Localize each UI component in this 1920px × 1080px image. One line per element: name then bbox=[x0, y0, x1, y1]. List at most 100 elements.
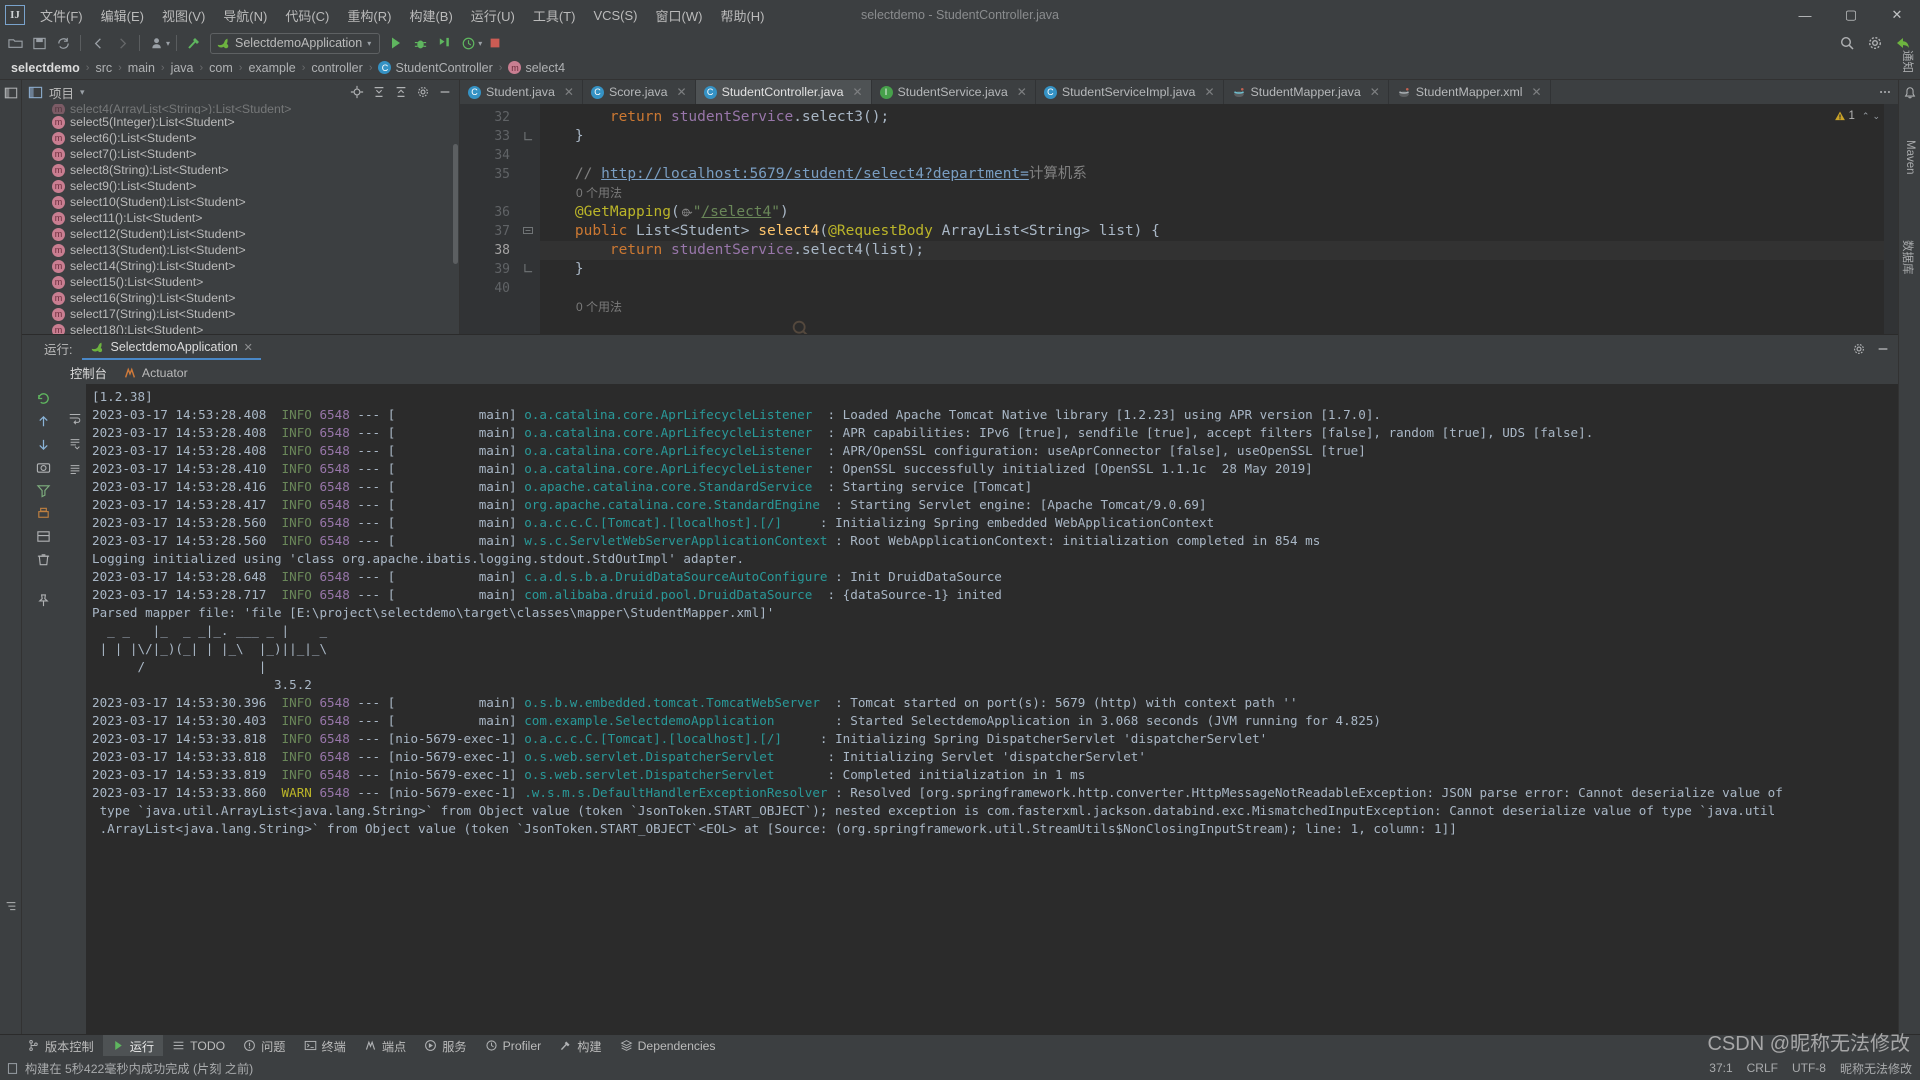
code-editor[interactable]: 32 33 34 35 36 37 38 39 40 return studen… bbox=[460, 104, 1898, 334]
fold-start-icon[interactable] bbox=[523, 227, 533, 237]
list-item[interactable]: m select17(String):List<Student> bbox=[22, 306, 459, 322]
breadcrumb-controller[interactable]: controller bbox=[308, 60, 365, 76]
breadcrumb-com[interactable]: com bbox=[206, 60, 236, 76]
close-icon[interactable]: ✕ bbox=[244, 341, 253, 354]
close-icon[interactable]: ✕ bbox=[1204, 85, 1214, 99]
locate-icon[interactable] bbox=[349, 84, 365, 100]
fold-end-icon[interactable] bbox=[524, 132, 533, 141]
tab-studentserviceimpl-java[interactable]: C StudentServiceImpl.java ✕ bbox=[1036, 80, 1224, 104]
list-item[interactable]: m select11():List<Student> bbox=[22, 210, 459, 226]
rail-label-maven[interactable]: Maven bbox=[1904, 140, 1916, 210]
statusbar-dependencies[interactable]: Dependencies bbox=[611, 1037, 725, 1055]
run-icon[interactable] bbox=[385, 32, 407, 54]
list-item[interactable]: m select6():List<Student> bbox=[22, 130, 459, 146]
close-icon[interactable]: ✕ bbox=[1370, 85, 1380, 99]
tab-studentcontroller-java[interactable]: C StudentController.java ✕ bbox=[695, 80, 872, 104]
list-item[interactable]: m select12(Student):List<Student> bbox=[22, 226, 459, 242]
debug-icon[interactable] bbox=[409, 32, 431, 54]
chevron-down-icon[interactable]: ▾ bbox=[80, 87, 85, 98]
menu-build[interactable]: 构建(B) bbox=[400, 2, 461, 29]
stop-icon[interactable] bbox=[484, 32, 506, 54]
statusbar-profiler[interactable]: Profiler bbox=[476, 1037, 551, 1055]
code-text-area[interactable]: return studentService.select3(); } // ht… bbox=[540, 104, 1898, 334]
close-icon[interactable]: ✕ bbox=[852, 85, 862, 99]
maximize-button[interactable]: ▢ bbox=[1828, 0, 1874, 30]
forward-arrow-icon[interactable] bbox=[111, 32, 133, 54]
statusbar-run[interactable]: 运行 bbox=[102, 1034, 164, 1057]
print-icon[interactable] bbox=[33, 503, 53, 523]
list-item[interactable]: m select5(Integer):List<Student> bbox=[22, 114, 459, 130]
file-encoding[interactable]: UTF-8 bbox=[1792, 1061, 1826, 1075]
settings-gear-icon[interactable] bbox=[415, 84, 431, 100]
tab-studentservice-java[interactable]: I StudentService.java ✕ bbox=[872, 80, 1036, 104]
readonly-indicator[interactable]: 昵称无法修改 bbox=[1840, 1060, 1912, 1077]
list-item[interactable]: m select4(ArrayList<String>):List<Studen… bbox=[22, 104, 459, 114]
back-arrow-icon[interactable] bbox=[87, 32, 109, 54]
menu-file[interactable]: 文件(F) bbox=[31, 2, 92, 29]
console-output[interactable]: [1.2.38] 2023-03-17 14:53:28.408 INFO 654… bbox=[86, 384, 1898, 1034]
usage-hint[interactable]: 0 个用法 bbox=[540, 184, 1898, 203]
editor-tab-overflow[interactable] bbox=[1872, 80, 1898, 104]
scroll-end-icon[interactable] bbox=[65, 434, 85, 454]
list-item[interactable]: m select9():List<Student> bbox=[22, 178, 459, 194]
fold-end-icon[interactable] bbox=[524, 264, 533, 273]
down-arrow-icon[interactable] bbox=[33, 434, 53, 454]
rail-label-notifications[interactable]: 通知 bbox=[1900, 50, 1916, 120]
list-item[interactable]: m select13(Student):List<Student> bbox=[22, 242, 459, 258]
caret-position[interactable]: 37:1 bbox=[1709, 1061, 1732, 1075]
hide-icon[interactable] bbox=[1876, 342, 1890, 356]
close-button[interactable]: ✕ bbox=[1874, 0, 1920, 30]
list-item[interactable]: m select14(String):List<Student> bbox=[22, 258, 459, 274]
pin-icon[interactable] bbox=[33, 590, 53, 610]
sync-icon[interactable] bbox=[52, 32, 74, 54]
chevron-down-icon[interactable]: ⌄ bbox=[1872, 111, 1880, 122]
list-item[interactable]: m select10(Student):List<Student> bbox=[22, 194, 459, 210]
settings-gear-icon[interactable] bbox=[1852, 342, 1866, 356]
menu-navigate[interactable]: 导航(N) bbox=[214, 2, 276, 29]
close-icon[interactable]: ✕ bbox=[1532, 85, 1542, 99]
list-item[interactable]: m select8(String):List<Student> bbox=[22, 162, 459, 178]
statusbar-services[interactable]: 服务 bbox=[415, 1035, 475, 1057]
tab-console[interactable]: 控制台 bbox=[70, 364, 107, 382]
trash-icon[interactable] bbox=[33, 549, 53, 569]
breadcrumb-src[interactable]: src bbox=[92, 60, 115, 76]
chevron-down-icon[interactable]: ▾ bbox=[367, 39, 371, 48]
line-separator[interactable]: CRLF bbox=[1747, 1061, 1778, 1075]
camera-icon[interactable] bbox=[33, 457, 53, 477]
statusbar-problems[interactable]: 问题 bbox=[234, 1035, 294, 1057]
statusbar-endpoints[interactable]: 端点 bbox=[355, 1035, 415, 1057]
layout-icon[interactable] bbox=[33, 526, 53, 546]
profile-icon[interactable] bbox=[146, 32, 168, 54]
list-item[interactable]: m select7():List<Student> bbox=[22, 146, 459, 162]
project-window-icon[interactable] bbox=[4, 86, 18, 100]
tab-studentmapper-java[interactable]: StudentMapper.java ✕ bbox=[1224, 80, 1389, 104]
rerun-icon[interactable] bbox=[33, 388, 53, 408]
close-icon[interactable]: ✕ bbox=[564, 85, 574, 99]
save-icon[interactable] bbox=[28, 32, 50, 54]
menu-window[interactable]: 窗口(W) bbox=[647, 2, 712, 29]
statusbar-todo[interactable]: TODO bbox=[163, 1037, 234, 1055]
code-folding-gutter[interactable] bbox=[518, 104, 540, 334]
list-item[interactable]: m select16(String):List<Student> bbox=[22, 290, 459, 306]
tab-student-java[interactable]: C Student.java ✕ bbox=[460, 80, 583, 104]
menu-run[interactable]: 运行(U) bbox=[462, 2, 524, 29]
editor-marker-bar[interactable] bbox=[1884, 104, 1898, 334]
filter-icon[interactable] bbox=[33, 480, 53, 500]
structure-window-icon[interactable] bbox=[4, 900, 18, 914]
tab-studentmapper-xml[interactable]: StudentMapper.xml ✕ bbox=[1389, 80, 1551, 104]
comment-url[interactable]: http://localhost:5679/student/select4?de… bbox=[601, 166, 1029, 182]
chevron-up-icon[interactable]: ⌃ bbox=[1862, 111, 1870, 122]
chevron-down-icon[interactable]: ▾ bbox=[166, 39, 170, 48]
menu-vcs[interactable]: VCS(S) bbox=[584, 4, 646, 27]
menu-view[interactable]: 视图(V) bbox=[153, 2, 214, 29]
breadcrumb-example[interactable]: example bbox=[245, 60, 298, 76]
menu-tools[interactable]: 工具(T) bbox=[524, 2, 585, 29]
breadcrumb-main[interactable]: main bbox=[125, 60, 158, 76]
rail-label-database[interactable]: 数据库 bbox=[1900, 240, 1916, 310]
chevron-down-icon[interactable]: ▾ bbox=[478, 39, 482, 48]
statusbar-build[interactable]: 构建 bbox=[550, 1035, 610, 1057]
close-icon[interactable]: ✕ bbox=[677, 85, 687, 99]
tab-score-java[interactable]: C Score.java ✕ bbox=[583, 80, 696, 104]
run-tab-selectdemoapplication[interactable]: SelectdemoApplication ✕ bbox=[82, 337, 261, 360]
run-configuration-selector[interactable]: SelectdemoApplication ▾ bbox=[210, 32, 381, 54]
